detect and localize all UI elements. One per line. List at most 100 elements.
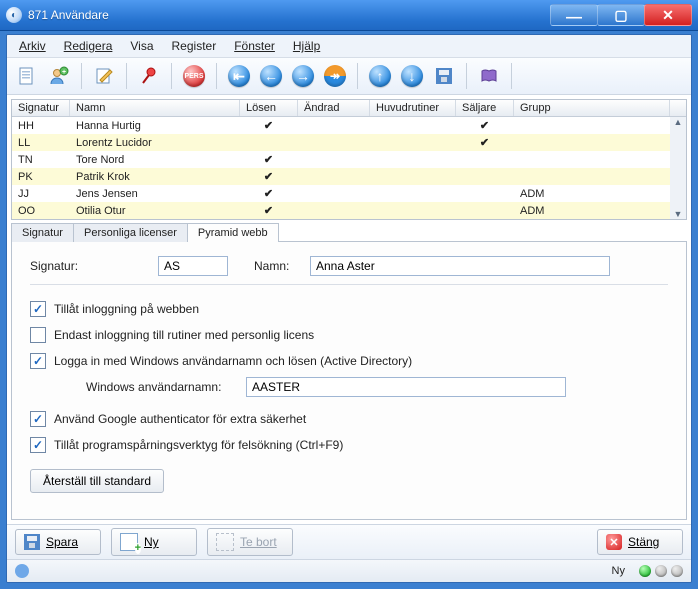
signatur-input[interactable] xyxy=(158,256,228,276)
save-icon[interactable] xyxy=(430,62,458,90)
delete-button[interactable]: Te bort xyxy=(207,528,293,556)
checkbox-tillat-webb[interactable] xyxy=(30,301,46,317)
checkbox-row-webb[interactable]: Tillåt inloggning på webben xyxy=(30,301,668,317)
checkbox-row-debug[interactable]: Tillåt programspårningsverktyg för felsö… xyxy=(30,437,668,453)
table-cell: HH xyxy=(12,118,70,134)
table-cell xyxy=(370,141,456,145)
table-cell: ✔ xyxy=(456,134,514,151)
menu-redigera[interactable]: Redigera xyxy=(58,37,119,55)
new-doc-icon xyxy=(120,533,138,551)
table-cell: ADM xyxy=(514,203,670,219)
table-row[interactable]: PKPatrik Krok✔ xyxy=(12,168,670,185)
reset-to-default-button[interactable]: Återställ till standard xyxy=(30,469,164,493)
grid-header-row: Signatur Namn Lösen Ändrad Huvudrutiner … xyxy=(12,100,686,117)
add-user-icon[interactable]: + xyxy=(45,62,73,90)
tab-strip: Signatur Personliga licenser Pyramid web… xyxy=(11,220,687,241)
bottom-toolbar: Spara Ny Te bort ✕ Stäng xyxy=(7,524,691,559)
app-icon: ◐ xyxy=(6,7,22,23)
svg-text:+: + xyxy=(62,69,66,76)
divider xyxy=(30,284,668,285)
scroll-up-icon[interactable]: ▲ xyxy=(674,117,683,127)
nav-up-icon[interactable]: ↑ xyxy=(366,62,394,90)
grid-vertical-scrollbar[interactable]: ▲ ▼ xyxy=(670,117,686,219)
col-grupp[interactable]: Grupp xyxy=(514,100,670,116)
table-cell xyxy=(514,141,670,145)
nav-down-icon[interactable]: ↓ xyxy=(398,62,426,90)
table-cell: ✔ xyxy=(456,117,514,134)
table-cell: Otilia Otur xyxy=(70,203,240,219)
namn-input[interactable] xyxy=(310,256,610,276)
window-minimize-button[interactable]: — xyxy=(550,4,598,26)
table-cell: ✔ xyxy=(240,117,298,134)
user-grid: Signatur Namn Lösen Ändrad Huvudrutiner … xyxy=(11,99,687,220)
table-cell: Hanna Hurtig xyxy=(70,118,240,134)
tab-page-pyramid-webb: Signatur: Namn: Tillåt inloggning på web… xyxy=(11,241,687,520)
status-user-icon xyxy=(15,564,29,578)
table-row[interactable]: OOOtilia Otur✔ADM xyxy=(12,202,670,219)
nav-last-icon[interactable]: ↠ xyxy=(321,62,349,90)
tab-personliga-licenser[interactable]: Personliga licenser xyxy=(73,223,188,242)
checkbox-endast-licens[interactable] xyxy=(30,327,46,343)
table-row[interactable]: JJJens Jensen✔ADM xyxy=(12,185,670,202)
checkbox-debug-tool[interactable] xyxy=(30,437,46,453)
scroll-down-icon[interactable]: ▼ xyxy=(674,209,683,219)
label-google-auth: Använd Google authenticator för extra sä… xyxy=(54,412,306,426)
windows-user-input[interactable] xyxy=(246,377,566,397)
checkbox-google-auth[interactable] xyxy=(30,411,46,427)
close-button[interactable]: ✕ Stäng xyxy=(597,529,683,555)
table-cell: LL xyxy=(12,135,70,151)
col-signatur[interactable]: Signatur xyxy=(12,100,70,116)
col-huvudrutiner[interactable]: Huvudrutiner xyxy=(370,100,456,116)
table-cell: ✔ xyxy=(240,168,298,185)
table-cell xyxy=(298,192,370,196)
title-bar[interactable]: ◐ 871 Användare — ▢ ✕ xyxy=(0,0,698,31)
book-help-icon[interactable] xyxy=(475,62,503,90)
pin-icon[interactable] xyxy=(135,62,163,90)
pers-badge-icon[interactable]: PERS xyxy=(180,62,208,90)
edit-note-icon[interactable] xyxy=(90,62,118,90)
table-cell xyxy=(298,209,370,213)
table-cell: JJ xyxy=(12,186,70,202)
table-cell: Lorentz Lucidor xyxy=(70,135,240,151)
save-button[interactable]: Spara xyxy=(15,529,101,555)
grid-body[interactable]: HHHanna Hurtig✔✔LLLorentz Lucidor✔TNTore… xyxy=(12,117,670,219)
new-button[interactable]: Ny xyxy=(111,528,197,556)
col-andrad[interactable]: Ändrad xyxy=(298,100,370,116)
menu-register[interactable]: Register xyxy=(166,37,223,55)
checkbox-active-directory[interactable] xyxy=(30,353,46,369)
window-maximize-button[interactable]: ▢ xyxy=(597,4,645,26)
table-cell: TN xyxy=(12,152,70,168)
toolbar: + PERS ⇤ ← → ↠ ↑ ↓ xyxy=(7,58,691,95)
col-losen[interactable]: Lösen xyxy=(240,100,298,116)
new-document-icon[interactable] xyxy=(13,62,41,90)
label-endast-licens: Endast inloggning till rutiner med perso… xyxy=(54,328,314,342)
grid-scroll-header xyxy=(670,100,686,116)
col-saljare[interactable]: Säljare xyxy=(456,100,514,116)
checkbox-row-licens[interactable]: Endast inloggning till rutiner med perso… xyxy=(30,327,668,343)
table-cell xyxy=(370,124,456,128)
tab-signatur[interactable]: Signatur xyxy=(11,223,74,242)
table-row[interactable]: HHHanna Hurtig✔✔ xyxy=(12,117,670,134)
menu-visa[interactable]: Visa xyxy=(124,37,159,55)
table-cell: Tore Nord xyxy=(70,152,240,168)
menu-fonster[interactable]: Fönster xyxy=(228,37,281,55)
nav-next-icon[interactable]: → xyxy=(289,62,317,90)
col-namn[interactable]: Namn xyxy=(70,100,240,116)
checkbox-row-ad[interactable]: Logga in med Windows användarnamn och lö… xyxy=(30,353,668,369)
table-row[interactable]: LLLorentz Lucidor ✔ xyxy=(12,134,670,151)
table-cell xyxy=(370,192,456,196)
nav-first-icon[interactable]: ⇤ xyxy=(225,62,253,90)
tab-pyramid-webb[interactable]: Pyramid webb xyxy=(187,223,279,242)
window-close-button[interactable]: ✕ xyxy=(644,4,692,26)
close-x-icon: ✕ xyxy=(606,534,622,550)
menu-bar: Arkiv Redigera Visa Register Fönster Hjä… xyxy=(7,35,691,58)
menu-hjalp[interactable]: Hjälp xyxy=(287,37,326,55)
window-client-area: Arkiv Redigera Visa Register Fönster Hjä… xyxy=(6,34,692,583)
checkbox-row-google[interactable]: Använd Google authenticator för extra sä… xyxy=(30,411,668,427)
menu-arkiv[interactable]: Arkiv xyxy=(13,37,52,55)
table-cell xyxy=(298,124,370,128)
label-signatur: Signatur: xyxy=(30,259,158,273)
table-row[interactable]: TNTore Nord✔ xyxy=(12,151,670,168)
table-cell xyxy=(298,175,370,179)
nav-prev-icon[interactable]: ← xyxy=(257,62,285,90)
